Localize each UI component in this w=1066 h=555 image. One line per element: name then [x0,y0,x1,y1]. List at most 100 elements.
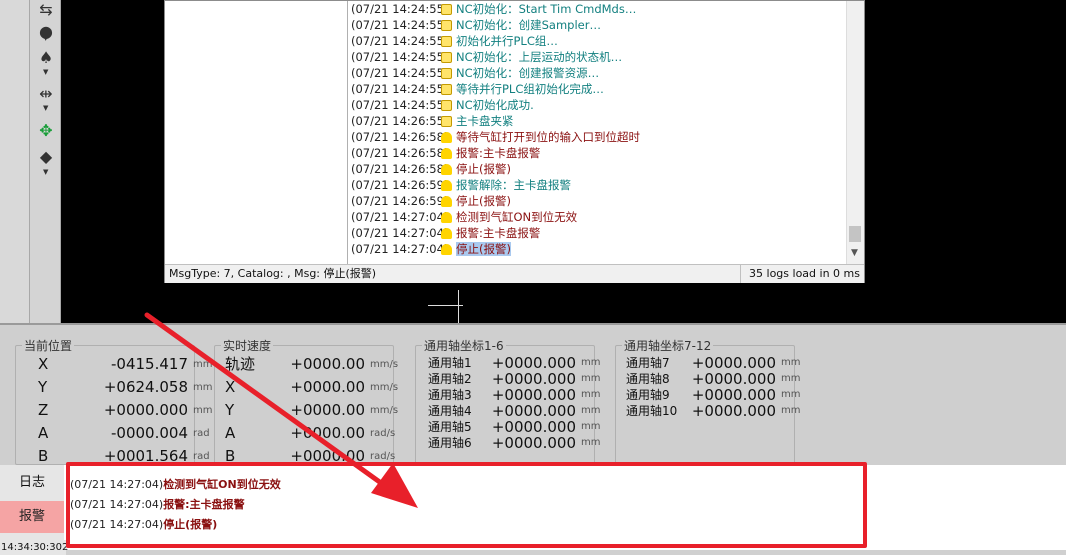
axis-label: X [38,355,49,373]
axis-value: +0000.000 [491,386,576,404]
log-message: 停止(报警) [456,162,511,176]
log-message: NC初始化成功. [456,98,534,112]
axis-row: 通用轴2 +0000.000 mm [428,370,600,388]
log-row[interactable]: (07/21 14:26:55) 主卡盘夹紧 [351,113,514,129]
axis-label: 通用轴3 [428,388,472,402]
axis-label: 通用轴4 [428,404,472,418]
axis-value: -0415.417 [111,355,188,373]
note-icon [441,52,452,63]
tab-log[interactable]: 日志 [0,467,64,499]
axis-row: 通用轴7 +0000.000 mm [626,355,800,371]
group-title: 实时速度 [221,337,274,354]
axis-value: +0000.00 [290,378,365,396]
log-message: 初始化并行PLC组… [456,34,558,48]
bottom-strip [66,550,1066,555]
axis-value: +0000.000 [103,401,188,419]
log-row[interactable]: (07/21 14:24:55) NC初始化：Start Tim CmdMds… [351,1,636,17]
spade-icon[interactable]: ♠ [36,48,56,68]
log-row[interactable]: (07/21 14:24:55) 等待并行PLC组初始化完成… [351,81,604,97]
axis-label: Z [38,401,49,419]
coordinate-panel: 当前位置 X -0415.417 mm Y +0624.058 mm Z +0000.000 m… [0,323,1066,467]
log-time: (07/21 14:24:55) [351,82,449,96]
left-toolbar-strip [0,0,31,323]
axis-label: 通用轴1 [428,356,472,370]
eraser-icon[interactable]: ◆ [36,147,56,167]
axis-unit: mm [581,357,601,368]
axis-row: 通用轴3 +0000.000 mm [428,386,600,404]
log-message: NC初始化：创建报警资源… [456,66,600,80]
general-axis-7-12-group: 通用轴坐标7-12 通用轴7 +0000.000 mm 通用轴8 +0000.000 mm… [615,337,800,465]
axis-value: +0000.000 [691,370,776,388]
bottom-tab-strip: 日志 报警 [0,465,65,540]
axis-row: X +0000.00 mm/s [225,376,398,399]
axis-row: 通用轴4 +0000.000 mm [428,403,600,419]
log-time: (07/21 14:26:59) [351,178,449,192]
axis-label: 通用轴5 [428,420,472,434]
log-message: 检测到气缸ON到位无效 [456,210,578,224]
log-row[interactable]: (07/21 14:24:55) NC初始化成功. [351,97,534,113]
axis-row: Y +0000.00 mm/s [225,399,399,422]
bell-icon [441,228,452,239]
log-scrollbar[interactable]: ▼ [846,1,864,264]
axis-unit: mm/s [370,405,399,416]
note-icon [441,100,452,111]
log-time: (07/21 14:27:04) [351,210,449,224]
scrollbar-thumb[interactable] [849,226,861,242]
log-message: 报警:主卡盘报警 [456,226,541,240]
scroll-down-icon[interactable]: ▼ [851,248,858,258]
axis-row: Y +0624.058 mm [38,376,212,399]
tab-alarm[interactable]: 报警 [0,501,64,533]
axis-row: X -0415.417 mm [38,353,212,376]
log-message: 等待并行PLC组初始化完成… [456,82,604,96]
axis-row: 通用轴9 +0000.000 mm [626,387,800,403]
bell-icon [441,244,452,255]
axis-label: 通用轴8 [626,372,670,386]
axis-unit: mm [781,373,801,384]
bell-icon [441,180,452,191]
system-clock: 14:34:30:302 [0,540,69,555]
bell-icon [441,148,452,159]
axis-row: A +0000.00 rad/s [225,422,395,445]
axis-value: +0000.000 [491,354,576,372]
log-row[interactable]: (07/21 14:27:04) 报警:主卡盘报警 [351,225,540,241]
mirror-icon[interactable]: ⇹ [36,84,56,104]
axis-unit: mm [193,405,213,416]
log-message: 报警解除：主卡盘报警 [456,178,571,192]
log-row[interactable]: (07/21 14:24:55) 初始化并行PLC组… [351,33,558,49]
log-time: (07/21 14:24:55) [351,66,449,80]
axis-label: 通用轴7 [626,356,670,370]
log-row[interactable]: (07/21 14:26:58) 停止(报警) [351,161,511,177]
axis-row: A -0000.004 rad [38,422,210,445]
log-row[interactable]: (07/21 14:26:58) 报警:主卡盘报警 [351,145,540,161]
axis-unit: mm/s [370,359,399,370]
dots-icon[interactable]: ✥ [36,121,56,141]
log-row[interactable]: (07/21 14:24:55) NC初始化：上层运动的状态机… [351,49,622,65]
log-row[interactable]: (07/21 14:26:59) 报警解除：主卡盘报警 [351,177,571,193]
axis-label: A [38,424,49,442]
axis-row: Z +0000.000 mm [38,399,212,422]
log-time: (07/21 14:26:58) [351,146,449,160]
log-time: (07/21 14:24:55) [351,98,449,112]
log-row[interactable]: (07/21 14:24:55) NC初始化：创建报警资源… [351,65,599,81]
log-row[interactable]: (07/21 14:26:59) 停止(报警) [351,193,511,209]
crosshair-horizontal [428,305,463,306]
log-row[interactable]: (07/21 14:26:58) 等待气缸打开到位的输入口到位超时 [351,129,640,145]
log-row[interactable]: (07/21 14:27:04) 停止(报警) [351,241,511,257]
swap-arrows-icon[interactable]: ⇆ [36,0,56,20]
bell-icon [441,164,452,175]
axis-unit: rad/s [370,428,396,439]
log-message: 等待气缸打开到位的输入口到位超时 [456,130,640,144]
log-row[interactable]: (07/21 14:24:55) NC初始化：创建Sampler… [351,17,601,33]
crosshair-vertical [458,290,459,323]
log-list[interactable]: (07/21 14:24:55) NC初始化：Start Tim CmdMds…(… [349,1,845,264]
log-message: NC初始化：创建Sampler… [456,18,601,32]
log-time: (07/21 14:27:04) [351,242,449,256]
log-row[interactable]: (07/21 14:27:04) 检测到气缸ON到位无效 [351,209,577,225]
axis-label: 轨迹 [225,355,256,373]
axis-value: +0000.000 [491,370,576,388]
axis-row: 轨迹 +0000.00 mm/s [225,353,399,376]
group-title: 通用轴坐标1-6 [422,337,506,354]
log-time: (07/21 14:26:58) [351,162,449,176]
log-time: (07/21 14:24:55) [351,34,449,48]
log-category-pane[interactable] [165,1,348,264]
